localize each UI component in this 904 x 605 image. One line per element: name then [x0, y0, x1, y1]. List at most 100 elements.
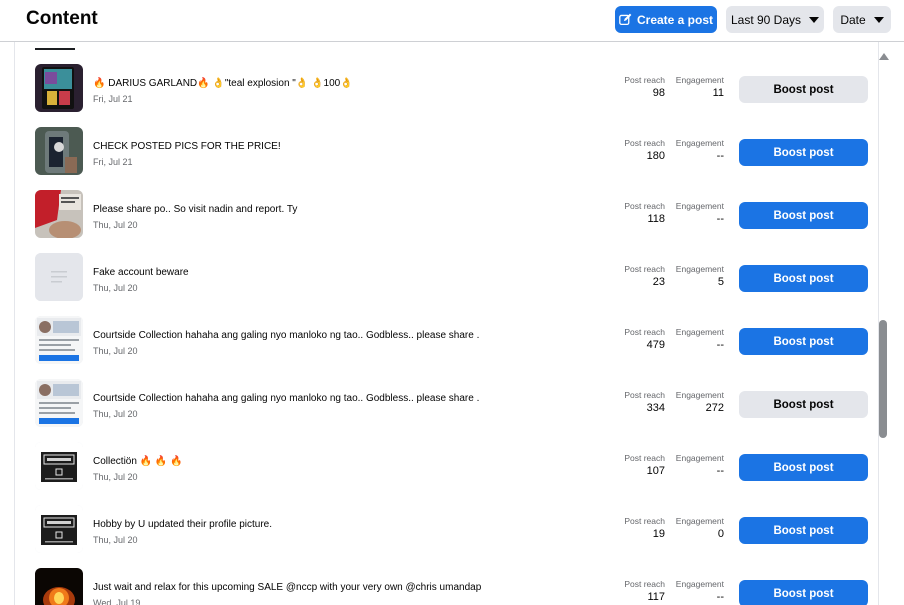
post-date: Fri, Jul 21 — [93, 94, 133, 104]
sort-label: Date — [840, 12, 866, 27]
post-reach-value: 479 — [646, 339, 665, 351]
post-reach-label: Post reach — [624, 579, 665, 589]
post-reach-label: Post reach — [624, 327, 665, 337]
engagement-value: -- — [716, 465, 724, 477]
post-reach-label: Post reach — [624, 201, 665, 211]
post-reach-value: 19 — [652, 528, 665, 540]
post-reach: Post reach 107 — [624, 453, 665, 477]
engagement-label: Engagement — [675, 579, 724, 589]
boost-post-button[interactable]: Boost post — [739, 454, 868, 481]
scrollbar[interactable] — [877, 42, 891, 605]
post-reach-label: Post reach — [624, 516, 665, 526]
engagement: Engagement -- — [676, 201, 724, 225]
post-thumbnail[interactable] — [35, 127, 83, 175]
post-date: Thu, Jul 20 — [93, 220, 138, 230]
engagement-value: 0 — [717, 528, 724, 540]
post-reach-label: Post reach — [624, 138, 665, 148]
post-title[interactable]: Courtside Collection hahaha ang galing n… — [93, 330, 479, 341]
post-reach-value: 118 — [647, 213, 665, 225]
post-reach-value: 117 — [647, 591, 665, 603]
engagement-label: Engagement — [675, 264, 724, 274]
engagement-label: Engagement — [675, 327, 724, 337]
create-post-button[interactable]: Create a post — [615, 6, 717, 33]
post-row[interactable]: Courtside Collection hahaha ang galing n… — [15, 316, 878, 379]
post-reach: Post reach 98 — [624, 75, 665, 99]
post-reach-label: Post reach — [624, 453, 665, 463]
post-row[interactable]: Fake account beware Thu, Jul 20 Post reach… — [15, 253, 878, 316]
post-row[interactable]: Courtside Collection hahaha ang galing n… — [15, 379, 878, 442]
boost-post-button[interactable]: Boost post — [739, 202, 868, 229]
post-row[interactable]: Please share po.. So visit nadin and rep… — [15, 190, 878, 253]
engagement-label: Engagement — [675, 453, 724, 463]
edit-icon — [619, 13, 632, 26]
boost-post-button[interactable]: Boost post — [739, 328, 868, 355]
engagement-value: 272 — [705, 402, 724, 414]
post-row[interactable]: Just wait and relax for this upcoming SA… — [15, 568, 878, 605]
post-thumbnail[interactable] — [35, 505, 83, 553]
post-title[interactable]: Fake account beware — [93, 267, 189, 278]
post-date: Fri, Jul 21 — [93, 157, 133, 167]
boost-post-button[interactable]: Boost post — [739, 76, 868, 103]
post-row[interactable]: Hobby by U updated their profile picture… — [15, 505, 878, 568]
post-thumbnail[interactable] — [35, 253, 83, 301]
page-title: Content — [26, 8, 98, 29]
post-thumbnail[interactable] — [35, 316, 83, 364]
post-row[interactable]: CHECK POSTED PICS FOR THE PRICE! Fri, Jul… — [15, 127, 878, 190]
post-thumbnail[interactable] — [35, 64, 83, 112]
post-title[interactable]: Just wait and relax for this upcoming SA… — [93, 582, 481, 593]
boost-post-button[interactable]: Boost post — [739, 517, 868, 544]
post-reach-value: 23 — [652, 276, 665, 288]
engagement-label: Engagement — [675, 390, 724, 400]
date-range-dropdown[interactable]: Last 90 Days — [726, 6, 824, 33]
boost-post-button[interactable]: Boost post — [739, 391, 868, 418]
post-reach-value: 180 — [646, 150, 665, 162]
post-title[interactable]: Please share po.. So visit nadin and rep… — [93, 204, 297, 215]
post-row[interactable]: Collectiön 🔥 🔥 🔥 Thu, Jul 20 Post reach 107… — [15, 442, 878, 505]
content-header: Content Create a post Last 90 Days Date — [0, 0, 904, 42]
post-title[interactable]: Collectiön 🔥 🔥 🔥 — [93, 456, 183, 467]
post-list: 🔥 DARIUS GARLAND🔥 👌"teal explosion "👌 👌1… — [14, 42, 879, 605]
post-title[interactable]: Hobby by U updated their profile picture… — [93, 519, 272, 530]
caret-down-icon — [809, 16, 820, 23]
engagement-value: -- — [716, 591, 724, 603]
boost-post-button[interactable]: Boost post — [739, 580, 868, 605]
caret-down-icon — [873, 16, 884, 23]
engagement: Engagement -- — [676, 138, 724, 162]
engagement: Engagement 272 — [676, 390, 724, 414]
post-reach-label: Post reach — [624, 264, 665, 274]
engagement: Engagement 11 — [676, 75, 724, 99]
post-title[interactable]: CHECK POSTED PICS FOR THE PRICE! — [93, 141, 281, 152]
post-reach-value: 107 — [646, 465, 665, 477]
post-reach-label: Post reach — [624, 390, 665, 400]
post-title[interactable]: Courtside Collection hahaha ang galing n… — [93, 393, 479, 404]
post-date: Thu, Jul 20 — [93, 283, 138, 293]
sort-dropdown[interactable]: Date — [833, 6, 891, 33]
engagement: Engagement -- — [676, 579, 724, 603]
post-thumbnail[interactable] — [35, 190, 83, 238]
post-reach: Post reach 479 — [624, 327, 665, 351]
scroll-up-icon[interactable] — [879, 53, 889, 60]
post-thumbnail[interactable] — [35, 379, 83, 427]
engagement-label: Engagement — [675, 516, 724, 526]
post-reach-value: 98 — [652, 87, 665, 99]
post-date: Thu, Jul 20 — [93, 535, 138, 545]
engagement: Engagement 0 — [676, 516, 724, 540]
engagement-value: -- — [716, 339, 724, 351]
post-reach: Post reach 118 — [624, 201, 665, 225]
scroll-thumb[interactable] — [879, 320, 887, 438]
post-reach-label: Post reach — [624, 75, 665, 85]
post-date: Wed, Jul 19 — [93, 598, 141, 605]
boost-post-button[interactable]: Boost post — [739, 265, 868, 292]
post-date: Thu, Jul 20 — [93, 409, 138, 419]
post-title[interactable]: 🔥 DARIUS GARLAND🔥 👌"teal explosion "👌 👌1… — [93, 78, 353, 89]
post-thumbnail[interactable] — [35, 568, 83, 605]
create-post-label: Create a post — [636, 12, 714, 27]
post-row[interactable]: 🔥 DARIUS GARLAND🔥 👌"teal explosion "👌 👌1… — [15, 64, 878, 127]
post-reach: Post reach 23 — [624, 264, 665, 288]
post-reach: Post reach 117 — [624, 579, 665, 603]
post-date: Thu, Jul 20 — [93, 472, 138, 482]
post-thumbnail[interactable] — [35, 442, 83, 490]
engagement-label: Engagement — [675, 75, 724, 85]
boost-post-button[interactable]: Boost post — [739, 139, 868, 166]
post-reach: Post reach 180 — [624, 138, 665, 162]
